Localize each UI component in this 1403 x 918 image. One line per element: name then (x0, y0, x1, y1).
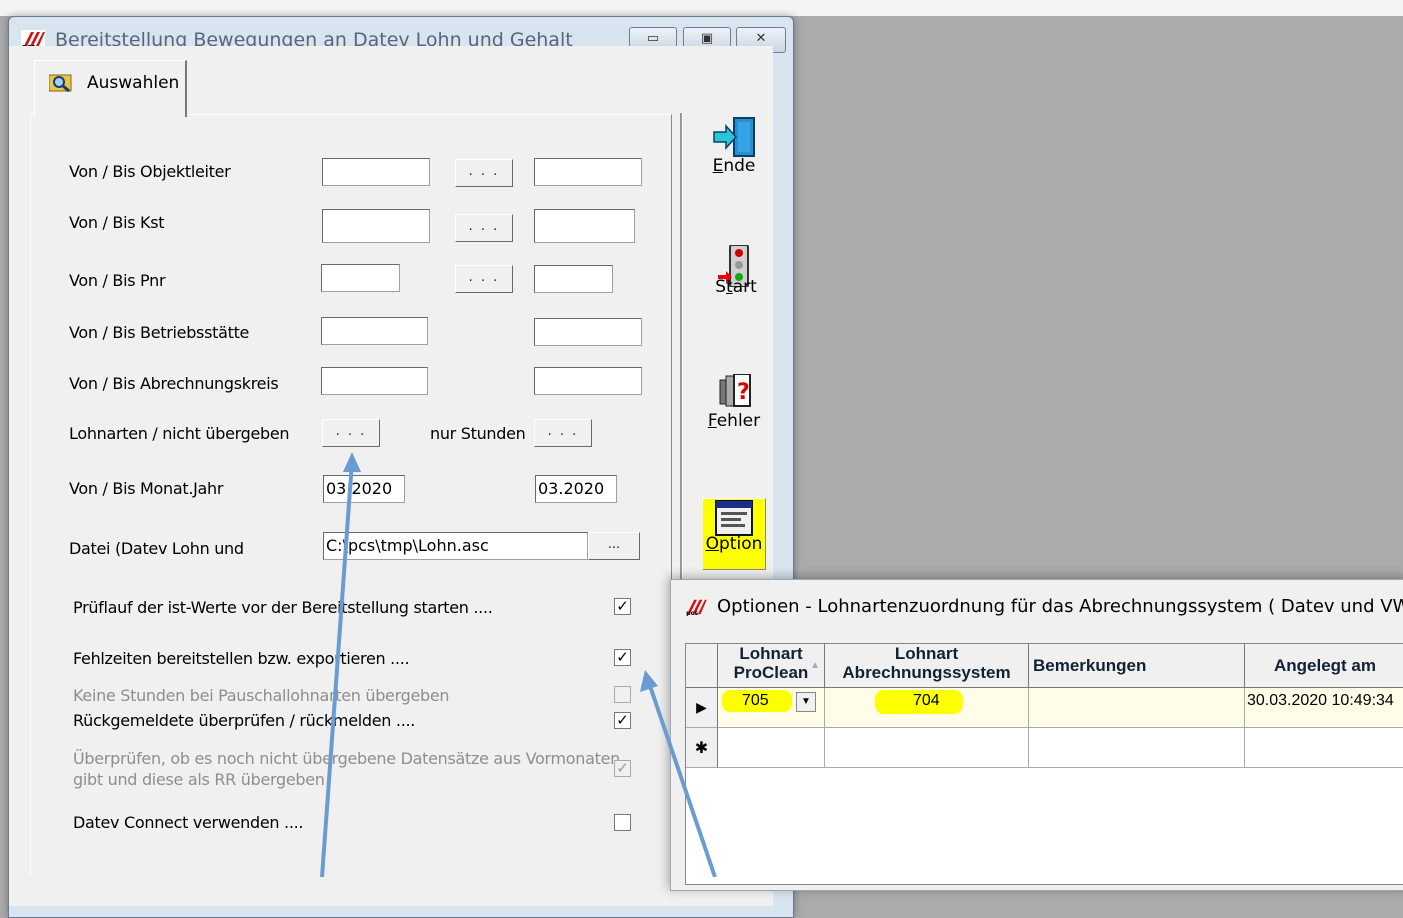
betriebsstaette-bis-input[interactable] (534, 318, 642, 346)
pnr-von-input[interactable] (321, 264, 400, 292)
pnr-lookup-button[interactable]: . . . (455, 265, 513, 293)
monat-jahr-label: Von / Bis Monat.Jahr (69, 479, 224, 498)
start-label: art (732, 277, 757, 297)
ueberpruefen-label-line1: Überprüfen, ob es noch nicht übergebene … (73, 749, 620, 768)
dropdown-arrow-icon[interactable]: ▼ (796, 692, 816, 712)
nur-stunden-label: nur Stunden (430, 424, 526, 443)
prueflauf-label: Prüflauf der ist-Werte vor der Bereitste… (73, 598, 493, 617)
fehlzeiten-label: Fehlzeiten bereitstellen bzw. exportiere… (73, 649, 410, 668)
pnr-label: Von / Bis Pnr (69, 271, 166, 290)
ende-button[interactable]: Ende (702, 116, 766, 176)
fehler-label: ehler (716, 411, 761, 431)
new-row-cell[interactable] (1029, 728, 1245, 768)
objektleiter-label: Von / Bis Objektleiter (69, 162, 231, 181)
pcs-logo-icon: pcs (686, 599, 707, 616)
ende-mnemonic: E (712, 156, 724, 176)
lohnarten-label: Lohnarten / nicht übergeben (69, 424, 290, 443)
kst-von-input[interactable] (322, 209, 430, 243)
header-line: Lohnart (739, 644, 803, 663)
error-log-icon: ? (719, 374, 751, 407)
datei-label: Datei (Datev Lohn und (69, 539, 244, 558)
lohnart-grid: Lohnart ProClean ▲ Lohnart Abrechnungssy… (685, 643, 1403, 885)
ueberpruefen-checkbox[interactable]: ✓ (614, 760, 631, 777)
sort-asc-icon: ▲ (810, 660, 820, 671)
lohnart-abrechnung-value: 704 (913, 692, 940, 709)
keine-stunden-label: Keine Stunden bei Pauschallohnarten über… (73, 686, 450, 705)
abrechnungskreis-bis-input[interactable] (534, 367, 642, 395)
background-strip (0, 0, 1403, 16)
betriebsstaette-label: Von / Bis Betriebsstätte (69, 323, 250, 342)
lohnart-abrechnung-cell[interactable]: 704 (825, 688, 1029, 728)
nur-stunden-lookup-button[interactable]: . . . (534, 419, 592, 447)
fehler-mnemonic: F (707, 411, 717, 431)
tab-auswahlen[interactable]: Auswahlen (34, 60, 187, 117)
kst-bis-input[interactable] (534, 209, 635, 243)
angelegt-am-cell[interactable]: 30.03.2020 10:49:34 (1245, 688, 1403, 728)
start-label-pre: S (715, 277, 727, 297)
header-line: ProClean (733, 663, 809, 682)
option-label: ption (719, 534, 763, 554)
prueflauf-checkbox[interactable]: ✓ (614, 598, 631, 615)
ende-label: nde (723, 156, 756, 176)
column-header-lohnart-abrechnung[interactable]: Lohnart Abrechnungssystem (825, 644, 1029, 688)
objektleiter-von-input[interactable] (322, 158, 430, 186)
datei-browse-button[interactable]: ... (588, 532, 640, 560)
lohnarten-lookup-button[interactable]: . . . (322, 419, 380, 447)
current-row-indicator: ▶ (686, 688, 718, 728)
column-header-lohnart-proclean[interactable]: Lohnart ProClean ▲ (718, 644, 825, 688)
option-mnemonic: O (705, 534, 720, 554)
new-row-cell[interactable] (1245, 728, 1403, 768)
options-window-icon (715, 500, 753, 536)
column-header-bemerkungen[interactable]: Bemerkungen (1029, 644, 1245, 688)
options-window: pcs Optionen - Lohnartenzuordnung für da… (670, 579, 1403, 891)
search-icon (49, 74, 72, 93)
abrechnungskreis-von-input[interactable] (321, 367, 428, 395)
kst-lookup-button[interactable]: . . . (455, 214, 513, 242)
bemerkungen-cell[interactable] (1029, 688, 1245, 728)
kst-label: Von / Bis Kst (69, 213, 165, 232)
svg-text:?: ? (737, 380, 750, 405)
tab-label: Auswahlen (87, 73, 180, 93)
start-button[interactable]: Start (704, 245, 768, 297)
objektleiter-bis-input[interactable] (534, 158, 642, 186)
header-line: Abrechnungssystem (842, 663, 1011, 682)
abrechnungskreis-label: Von / Bis Abrechnungskreis (69, 374, 279, 393)
monat-bis-input[interactable]: 03.2020 (535, 475, 617, 503)
datei-path-input[interactable]: C:\pcs\tmp\Lohn.asc (323, 532, 588, 560)
new-row-cell[interactable] (825, 728, 1029, 768)
pnr-bis-input[interactable] (534, 265, 613, 293)
datev-connect-label: Datev Connect verwenden .... (73, 813, 304, 832)
fehler-button[interactable]: ? Fehler (702, 374, 766, 431)
lohnart-proclean-value: 705 (742, 692, 769, 709)
fehlzeiten-checkbox[interactable]: ✓ (614, 649, 631, 666)
grid-corner (686, 644, 718, 688)
options-window-title: Optionen - Lohnartenzuordnung für das Ab… (717, 596, 1403, 617)
svg-text:pcs: pcs (686, 610, 698, 616)
option-button[interactable]: Option (702, 498, 766, 570)
datev-connect-checkbox[interactable] (614, 814, 631, 831)
table-row[interactable]: 705 ▼ (718, 688, 825, 728)
column-header-angelegt-am[interactable]: Angelegt am (1245, 644, 1403, 688)
betriebsstaette-von-input[interactable] (321, 317, 428, 345)
new-row-indicator: ✱ (686, 728, 718, 768)
rueckgemeldete-label: Rückgemeldete überprüfen / rückmelden ..… (73, 711, 416, 730)
rueckgemeldete-checkbox[interactable]: ✓ (614, 712, 631, 729)
start-mnemonic: t (726, 277, 733, 297)
monat-von-input[interactable]: 03.2020 (323, 475, 405, 503)
header-line: Lohnart (894, 644, 959, 663)
ueberpruefen-label-line2: gibt und diese als RR übergeben (73, 770, 325, 789)
new-row-cell[interactable] (718, 728, 825, 768)
exit-door-icon (713, 117, 755, 157)
objektleiter-lookup-button[interactable]: . . . (455, 159, 513, 187)
keine-stunden-checkbox[interactable] (614, 686, 631, 703)
